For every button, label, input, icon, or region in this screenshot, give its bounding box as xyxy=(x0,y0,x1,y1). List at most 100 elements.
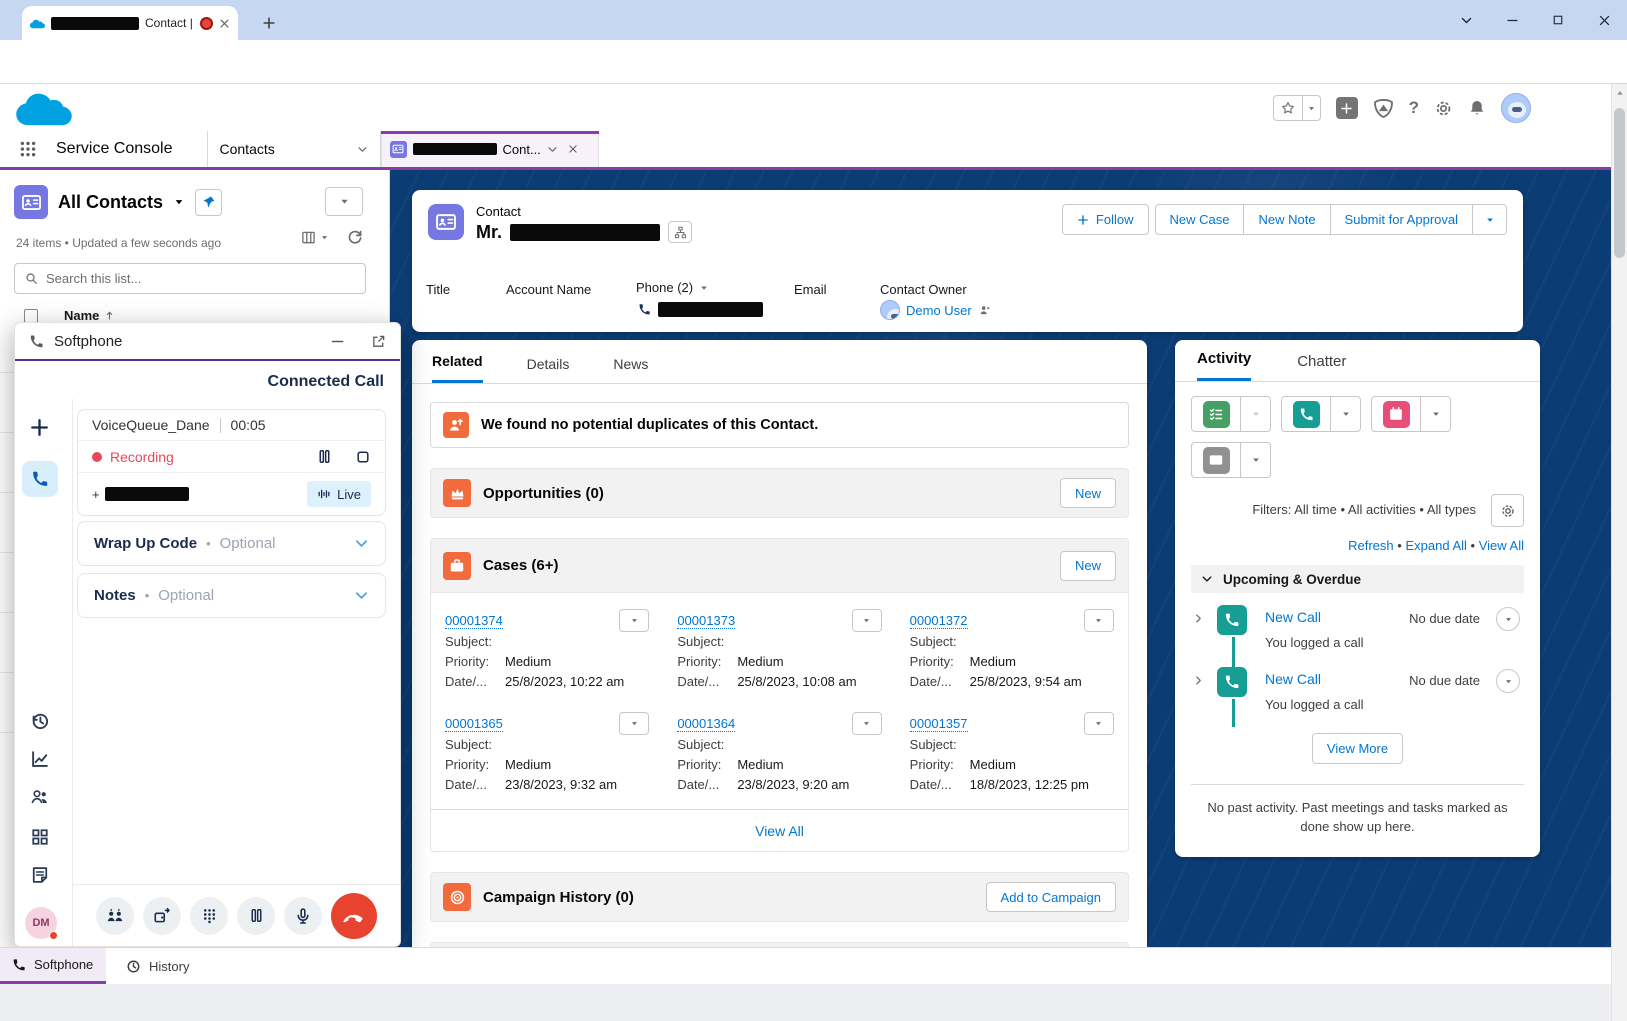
new-case-button[interactable]: New Case xyxy=(1155,204,1245,235)
refresh-list-icon[interactable] xyxy=(347,229,363,245)
column-header-name[interactable]: Name xyxy=(64,308,115,323)
case-actions-caret-button[interactable] xyxy=(852,712,882,735)
window-close-icon[interactable] xyxy=(1581,0,1627,40)
window-maximize-icon[interactable] xyxy=(1535,0,1581,40)
end-call-button[interactable] xyxy=(331,893,377,939)
calls-tab-active[interactable] xyxy=(22,461,58,497)
case-number-link[interactable]: 00001357 xyxy=(910,716,968,732)
cases-title[interactable]: Cases (6+) xyxy=(483,557,558,574)
list-search-input[interactable] xyxy=(46,271,355,286)
conference-button[interactable] xyxy=(96,897,134,935)
case-actions-caret-button[interactable] xyxy=(619,712,649,735)
new-call-link[interactable]: New Call xyxy=(1265,671,1321,687)
case-number-link[interactable]: 00001374 xyxy=(445,613,503,629)
cases-header[interactable]: Cases (6+) New xyxy=(431,539,1128,593)
case-number-link[interactable]: 00001364 xyxy=(677,716,735,732)
record-tab-close-icon[interactable] xyxy=(568,144,578,154)
new-call-link[interactable]: New Call xyxy=(1265,609,1321,625)
change-owner-icon[interactable] xyxy=(978,304,991,317)
favorites-caret-icon[interactable] xyxy=(1307,104,1316,113)
notes-icon[interactable] xyxy=(30,865,50,885)
case-number-link[interactable]: 00001365 xyxy=(445,716,503,732)
new-note-button[interactable]: New Note xyxy=(1244,204,1330,235)
expand-item-chevron-icon[interactable] xyxy=(1193,675,1204,686)
tab-activity[interactable]: Activity xyxy=(1197,350,1251,381)
nav-tab-contacts[interactable]: Contacts xyxy=(208,141,380,157)
nav-tab-contact-record-active[interactable]: Cont... xyxy=(381,131,599,167)
trailhead-icon[interactable] xyxy=(1373,98,1394,119)
follow-button[interactable]: Follow xyxy=(1062,204,1149,235)
view-more-button[interactable]: View More xyxy=(1312,733,1403,764)
user-avatar[interactable] xyxy=(1501,93,1531,123)
app-launcher-button[interactable] xyxy=(0,140,56,158)
email-split-button[interactable] xyxy=(1191,442,1271,478)
favorites-star-icon[interactable] xyxy=(1281,101,1295,115)
case-actions-caret-button[interactable] xyxy=(1084,712,1114,735)
dialpad-button[interactable] xyxy=(190,897,228,935)
refresh-link[interactable]: Refresh xyxy=(1348,538,1394,553)
quick-create-button[interactable] xyxy=(1336,97,1358,119)
record-tab-chevron-icon[interactable] xyxy=(547,144,558,155)
new-case-related-button[interactable]: New xyxy=(1060,551,1116,581)
notes-expand-chevron-icon[interactable] xyxy=(354,588,369,603)
wrapup-code-section[interactable]: Wrap Up Code • Optional xyxy=(77,521,386,566)
apps-grid-icon[interactable] xyxy=(30,827,50,847)
tab-chatter[interactable]: Chatter xyxy=(1297,353,1346,381)
view-hierarchy-button[interactable] xyxy=(668,221,692,243)
owner-link[interactable]: Demo User xyxy=(906,303,972,318)
expand-item-chevron-icon[interactable] xyxy=(1193,613,1204,624)
log-call-caret-icon[interactable] xyxy=(1330,397,1360,431)
task-caret-icon[interactable] xyxy=(1240,397,1270,431)
list-search[interactable] xyxy=(14,263,366,294)
event-caret-icon[interactable] xyxy=(1420,397,1450,431)
help-icon[interactable]: ? xyxy=(1409,98,1419,118)
redacted-phone-number[interactable] xyxy=(658,302,763,317)
scrollbar-up-arrow-icon[interactable] xyxy=(1615,88,1625,98)
call-history-icon[interactable] xyxy=(30,711,50,731)
pin-list-view-button[interactable] xyxy=(195,189,222,216)
cases-view-all-link[interactable]: View All xyxy=(755,823,804,839)
opportunities-section[interactable]: Opportunities (0) New xyxy=(430,468,1129,518)
new-task-split-button[interactable] xyxy=(1191,396,1271,432)
tab-details[interactable]: Details xyxy=(527,356,570,383)
new-tab-button[interactable] xyxy=(256,10,282,36)
tab-close-icon[interactable] xyxy=(219,18,230,29)
softphone-popout-icon[interactable] xyxy=(371,334,386,349)
utility-history-tab[interactable]: History xyxy=(106,959,209,974)
case-actions-caret-button[interactable] xyxy=(619,609,649,632)
pause-recording-icon[interactable] xyxy=(316,448,333,465)
transfer-button[interactable] xyxy=(143,897,181,935)
list-view-title[interactable]: All Contacts xyxy=(58,192,163,213)
mute-button[interactable] xyxy=(284,897,322,935)
expand-all-link[interactable]: Expand All xyxy=(1405,538,1466,553)
softphone-minimize-icon[interactable] xyxy=(330,334,345,349)
browser-tab[interactable]: Contact | Sal xyxy=(22,6,238,40)
select-all-checkbox[interactable] xyxy=(24,309,38,323)
tab-news[interactable]: News xyxy=(613,356,648,383)
case-number-link[interactable]: 00001373 xyxy=(677,613,735,629)
case-actions-caret-button[interactable] xyxy=(1084,609,1114,632)
analytics-icon[interactable] xyxy=(30,749,50,769)
campaign-history-section[interactable]: Campaign History (0) Add to Campaign xyxy=(430,872,1129,922)
softphone-header[interactable]: Softphone xyxy=(15,323,400,361)
window-menu-chevron-icon[interactable] xyxy=(1443,0,1489,40)
case-actions-caret-button[interactable] xyxy=(852,609,882,632)
wrapup-expand-chevron-icon[interactable] xyxy=(354,536,369,551)
case-number-link[interactable]: 00001372 xyxy=(910,613,968,629)
item-actions-caret-button[interactable] xyxy=(1496,607,1520,631)
add-to-campaign-button[interactable]: Add to Campaign xyxy=(986,882,1116,912)
new-opportunity-button[interactable]: New xyxy=(1060,478,1116,508)
more-actions-caret-button[interactable] xyxy=(1473,204,1507,235)
scrollbar-thumb[interactable] xyxy=(1614,108,1625,258)
favorites-combo-button[interactable] xyxy=(1273,95,1321,121)
page-scrollbar[interactable] xyxy=(1611,84,1627,1021)
utility-softphone-tab[interactable]: Softphone xyxy=(0,948,106,984)
window-minimize-icon[interactable] xyxy=(1489,0,1535,40)
contacts-tab-chevron-icon[interactable] xyxy=(357,144,368,155)
list-actions-caret-button[interactable] xyxy=(325,187,363,216)
stop-recording-icon[interactable] xyxy=(355,449,371,465)
contacts-icon[interactable] xyxy=(30,787,50,807)
campaign-title[interactable]: Campaign History (0) xyxy=(483,889,634,906)
tab-related[interactable]: Related xyxy=(432,353,483,383)
new-event-split-button[interactable] xyxy=(1371,396,1451,432)
